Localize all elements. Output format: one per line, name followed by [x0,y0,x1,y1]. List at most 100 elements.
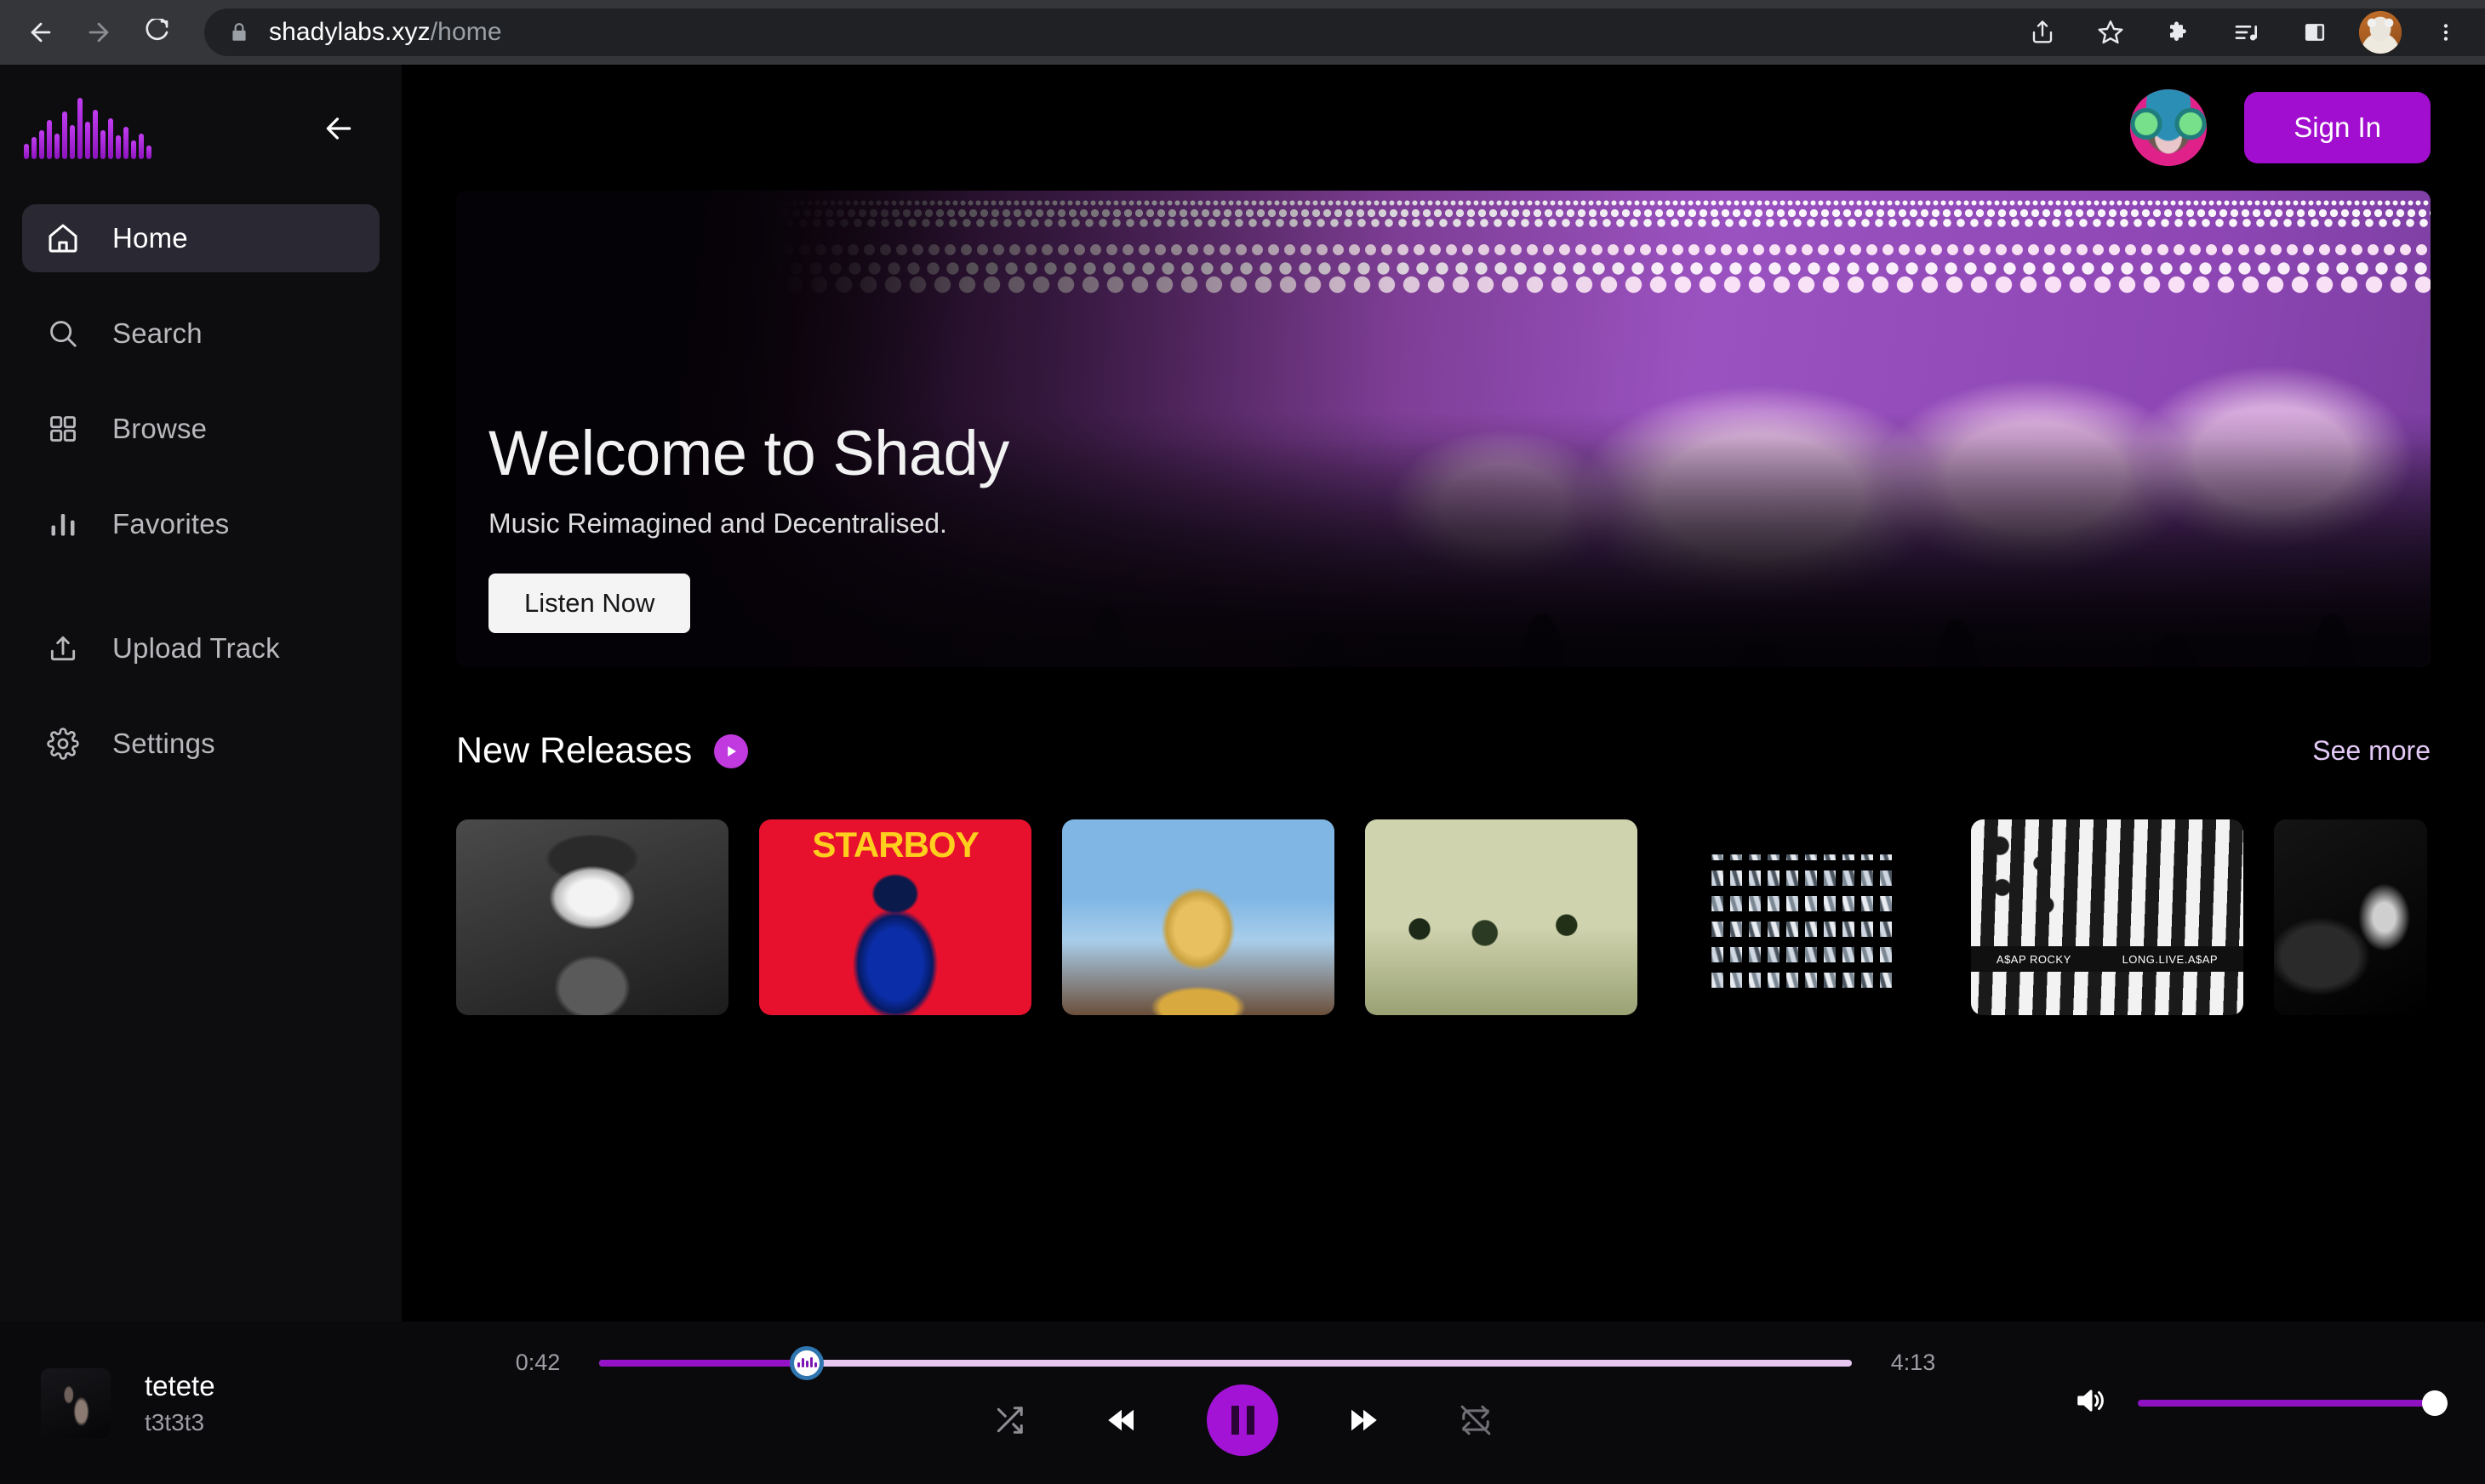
sidebar-item-upload-track[interactable]: Upload Track [22,614,380,682]
upload-icon [44,630,82,667]
side-panel-icon [2305,24,2325,41]
play-pause-button[interactable] [1207,1384,1278,1456]
media-control-button[interactable] [2223,9,2271,56]
rewind-icon [1108,1409,1134,1431]
sidebar-nav: Home Search Browse Favorites Upload Trac… [0,204,402,778]
hero-title: Welcome to Shady [488,418,1009,488]
progress-fill [599,1359,808,1367]
collapse-sidebar-button[interactable] [315,105,363,152]
asap-rocky-cover: A$AP ROCKY LONG.LIVE.A$AP [1971,819,2243,1015]
listen-now-button[interactable]: Listen Now [488,574,691,633]
flag-stars [1971,819,2091,929]
sidebar-item-label: Settings [112,728,215,759]
repeat-button[interactable] [1448,1393,1503,1447]
current-time: 0:42 [515,1350,561,1375]
new-releases-header: New Releases See more [456,730,2431,772]
player-bar: tetete t3t3t3 0:42 4:13 [0,1321,2485,1484]
lock-icon [228,21,250,43]
sidebar-item-settings[interactable]: Settings [22,710,380,778]
back-button[interactable] [14,5,68,60]
side-panel-button[interactable] [2291,9,2339,56]
volume-button[interactable] [2075,1384,2107,1421]
search-icon [44,315,82,352]
volume-slider[interactable] [2138,1390,2448,1416]
forward-button[interactable] [71,5,126,60]
new-releases-carousel[interactable]: A$AP ROCKY LONG.LIVE.A$AP [456,819,2485,1015]
asap-album: LONG.LIVE.A$AP [2122,952,2219,966]
repeat-off-icon [1460,1405,1491,1435]
album-card[interactable] [1062,819,1334,1015]
see-more-link[interactable]: See more [2312,735,2431,767]
track-title: tetete [145,1369,215,1401]
transport-controls [982,1384,1503,1456]
grid-icon [44,410,82,448]
progress-thumb[interactable] [790,1345,825,1380]
pause-icon [1231,1406,1239,1435]
track-artwork[interactable] [41,1367,111,1438]
shuffle-button[interactable] [982,1393,1037,1447]
browser-tool-icons [2019,0,2470,65]
reload-icon [146,19,169,41]
sign-in-button[interactable]: Sign In [2244,92,2431,163]
hero-content: Welcome to Shady Music Reimagined and De… [488,417,1009,633]
track-artist: t3t3t3 [145,1408,205,1435]
user-avatar[interactable] [2130,89,2208,166]
progress-slider[interactable] [599,1345,1852,1380]
drake-portrait-cover [456,819,728,1015]
album-card[interactable] [456,819,728,1015]
equalizer-icon [44,505,82,543]
next-button[interactable] [1336,1393,1391,1447]
gear-icon [44,725,82,762]
sidebar-item-search[interactable]: Search [22,300,380,368]
volume-control [1957,1384,2485,1421]
album-card[interactable] [1668,819,1940,1015]
chrome-profile-avatar[interactable] [2359,11,2402,54]
url-domain: shadylabs.xyz [269,18,431,46]
section-title: New Releases [456,730,693,771]
now-playing-text: tetete t3t3t3 [145,1370,215,1436]
now-playing: tetete t3t3t3 [0,1367,528,1438]
reload-button[interactable] [129,5,184,60]
album-card[interactable] [2274,819,2427,1015]
puzzle-icon [2170,21,2186,41]
volume-icon [2077,1390,2104,1412]
sidebar-divider-space [22,585,380,614]
previous-button[interactable] [1094,1393,1149,1447]
app-header: Sign In [402,65,2485,191]
total-time: 4:13 [1890,1350,1936,1375]
player-center: 0:42 4:13 [516,1345,1957,1456]
browser-toolbar: shadylabs.xyz/home [0,0,2485,65]
astroworld-cover [1062,819,1334,1015]
sidebar-item-label: Home [112,222,188,254]
sidebar-item-label: Upload Track [112,632,280,664]
green-photo-cover [1365,819,1637,1015]
sidebar-header [0,65,402,192]
starboy-cover [759,819,1031,1015]
album-card[interactable] [759,819,1031,1015]
app-root: Home Search Browse Favorites Upload Trac… [0,65,2485,1484]
forward-arrow-icon [89,22,109,43]
sidebar-item-label: Browse [112,413,208,444]
dark-portrait-cover [2274,819,2427,1015]
extensions-button[interactable] [2155,9,2202,56]
play-circle-icon[interactable] [714,733,749,768]
sidebar-item-label: Search [112,317,203,349]
sidebar-item-favorites[interactable]: Favorites [22,490,380,558]
share-button[interactable] [2019,9,2066,56]
waveform-logo[interactable] [24,98,151,159]
sidebar-item-home[interactable]: Home [22,204,380,272]
sidebar-item-browse[interactable]: Browse [22,395,380,463]
album-card[interactable] [1365,819,1637,1015]
bookmark-button[interactable] [2087,9,2134,56]
sidebar-item-label: Favorites [112,508,230,539]
hero-subtitle: Music Reimagined and Decentralised. [488,508,947,539]
share-icon [2032,20,2053,43]
browser-menu-button[interactable] [2422,9,2470,56]
monkey-headphones-avatar-icon [2130,89,2208,166]
main-content: Sign In Welcome to Shady Music Reimagine… [402,65,2485,1321]
url-path: /home [430,18,502,46]
volume-thumb[interactable] [2422,1390,2448,1416]
album-card[interactable]: A$AP ROCKY LONG.LIVE.A$AP [1971,819,2243,1015]
cat-avatar-icon [2359,11,2402,54]
hero-banner: Welcome to Shady Music Reimagined and De… [456,191,2431,667]
